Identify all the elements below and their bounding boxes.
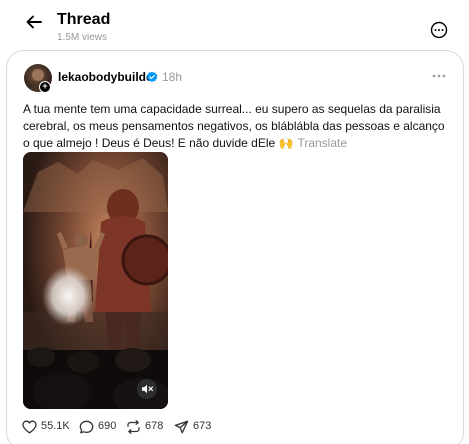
more-circle-icon[interactable] — [430, 21, 448, 39]
repost-count: 678 — [145, 420, 164, 432]
thread-header: Thread 1.5M views — [0, 0, 469, 48]
share-button[interactable]: 673 — [174, 418, 214, 436]
post-body: A tua mente tem uma capacidade surreal..… — [23, 101, 453, 152]
speaker-muted-icon[interactable] — [137, 379, 157, 399]
share-count: 673 — [193, 420, 212, 432]
like-button[interactable]: 55.1K — [22, 418, 70, 436]
post-username[interactable]: lekaobodybuilder — [58, 70, 157, 84]
repost-button[interactable]: 678 — [126, 418, 166, 436]
video-frame — [23, 152, 168, 409]
comment-icon — [79, 420, 94, 434]
send-icon — [174, 420, 189, 434]
view-count: 1.5M views — [57, 32, 108, 43]
follow-plus-icon[interactable]: + — [39, 81, 51, 93]
page-title: Thread — [57, 11, 111, 28]
back-arrow-icon[interactable] — [24, 12, 44, 32]
reply-count: 690 — [98, 420, 117, 432]
heart-icon — [22, 420, 37, 434]
verified-badge-icon — [146, 71, 158, 83]
reply-button[interactable]: 690 — [79, 418, 119, 436]
post-text: A tua mente tem uma capacidade surreal..… — [23, 102, 445, 150]
like-count: 55.1K — [41, 420, 70, 432]
repost-icon — [127, 420, 140, 434]
post-timestamp[interactable]: 18h — [162, 70, 182, 84]
ellipsis-icon[interactable] — [431, 72, 447, 80]
post-video[interactable] — [23, 152, 168, 409]
mute-glyph — [142, 384, 154, 394]
translate-link[interactable]: Translate — [297, 136, 347, 150]
